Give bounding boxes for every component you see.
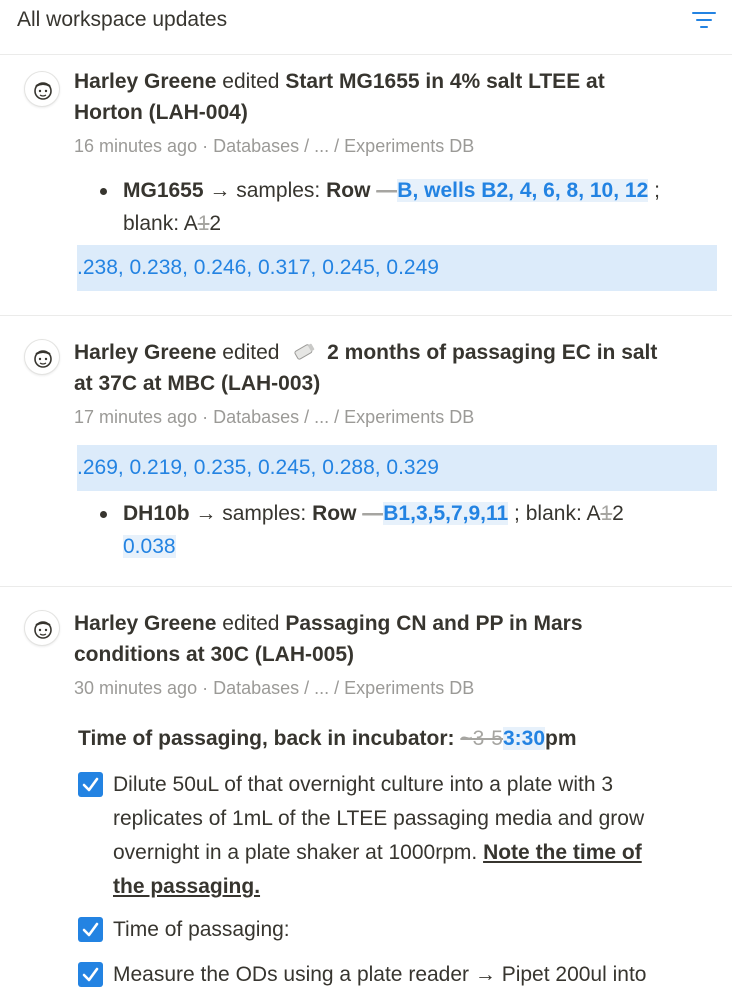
time-of-passaging-line: Time of passaging, back in incubator: ~3… (78, 723, 718, 754)
avatar (24, 71, 60, 107)
separator-text: ; (514, 502, 520, 525)
od-values-block: .269, 0.219, 0.235, 0.245, 0.288, 0.329 (77, 445, 717, 491)
samples-label: samples: (236, 179, 321, 202)
update-title: Harley Greene edited 2 months of passagi… (74, 337, 714, 371)
update-meta: 17 minutes ago · Databases / ... / Exper… (74, 407, 475, 427)
salt-shaker-icon (291, 340, 317, 371)
row-label: Row (312, 502, 357, 525)
added-text: 0.038 (123, 535, 176, 558)
update-title: Harley Greene edited Start MG1655 in 4% … (74, 66, 714, 97)
checkbox-checked[interactable] (78, 962, 103, 987)
page-link[interactable]: Passaging CN and PP in Mars (285, 612, 582, 635)
deleted-text: ~3-5 (460, 727, 503, 750)
breadcrumb[interactable]: Databases / ... / Experiments DB (213, 136, 474, 156)
todo-item: Dilute 50uL of that overnight culture in… (78, 768, 708, 904)
update-item[interactable]: Harley Greene edited Start MG1655 in 4% … (0, 56, 732, 316)
bullet-dot (100, 188, 107, 195)
added-text: 3:30 (502, 727, 546, 750)
emphasis-text: the passaging. (113, 875, 261, 898)
update-item[interactable]: Harley Greene edited Passaging CN and PP… (0, 588, 732, 1002)
page-link-continued[interactable]: at 37C at MBC (LAH-003) (74, 368, 714, 399)
page-link-continued[interactable]: conditions at 30C (LAH-005) (74, 639, 714, 670)
time-label: Time of passaging, back in incubator: (78, 727, 455, 750)
samples-label: samples: (222, 502, 307, 525)
page-link-continued[interactable]: Horton (LAH-004) (74, 97, 714, 128)
action-label: edited (222, 70, 280, 93)
todo-text-part: overnight in a plate shaker at 1000rpm. (113, 841, 478, 864)
deleted-text: 1 (197, 212, 210, 235)
todo-text: replicates of 1mL of the LTEE passaging … (113, 807, 645, 830)
action-label: edited (222, 341, 280, 364)
od-values-block: .238, 0.238, 0.246, 0.317, 0.245, 0.249 (77, 245, 717, 291)
user-name[interactable]: Harley Greene (74, 612, 216, 635)
todo-text: overnight in a plate shaker at 1000rpm. … (113, 836, 713, 870)
blank-label: blank: A (123, 212, 198, 235)
deleted-text: — (376, 179, 398, 202)
page-link[interactable]: 2 months of passaging EC in salt (327, 341, 657, 364)
update-item[interactable]: Harley Greene edited 2 months of passagi… (0, 317, 732, 587)
breadcrumb[interactable]: Databases / ... / Experiments DB (213, 678, 474, 698)
todo-text: Measure the ODs using a plate reader → P… (113, 963, 647, 986)
timestamp: 30 minutes ago (74, 678, 198, 698)
todo-item: Measure the ODs using a plate reader → P… (78, 958, 708, 1002)
added-text: B, wells B2, 4, 6, 8, 10, 12 (397, 179, 649, 202)
bullet-dot (100, 511, 107, 518)
page-link[interactable]: Start MG1655 in 4% salt LTEE at (285, 70, 604, 93)
filter-lines-icon[interactable] (690, 8, 718, 32)
arrow-glyph: → (195, 502, 217, 525)
avatar (24, 610, 60, 646)
todo-text: the passaging. (113, 870, 713, 904)
feed-header: All workspace updates (0, 0, 732, 55)
action-label: edited (222, 612, 280, 635)
emphasis-text: Note the time of (483, 841, 642, 864)
deleted-text: — (362, 502, 384, 525)
update-meta: 16 minutes ago · Databases / ... / Exper… (74, 136, 475, 156)
blank-value: 2 (612, 502, 624, 525)
blank-value: 2 (209, 212, 222, 235)
user-name[interactable]: Harley Greene (74, 341, 216, 364)
timestamp: 16 minutes ago (74, 136, 198, 156)
user-name[interactable]: Harley Greene (74, 70, 216, 93)
todo-text: Dilute 50uL of that overnight culture in… (113, 773, 614, 796)
strain-name: MG1655 (123, 179, 204, 202)
added-text: B1,3,5,7,9,11 (383, 502, 509, 525)
arrow-glyph: → (209, 179, 231, 202)
page-title: All workspace updates (17, 8, 228, 31)
todo-text: Time of passaging: (113, 918, 290, 941)
separator-text: ; (654, 179, 660, 202)
todo-item: Time of passaging: (78, 913, 708, 949)
update-title: Harley Greene edited Passaging CN and PP… (74, 608, 714, 639)
avatar (24, 339, 60, 375)
strain-name: DH10b (123, 502, 190, 525)
breadcrumb[interactable]: Databases / ... / Experiments DB (213, 407, 474, 427)
checkbox-checked[interactable] (78, 917, 103, 942)
checkbox-checked[interactable] (78, 772, 103, 797)
blank-label: blank: A (525, 502, 601, 525)
deleted-text: 1 (600, 502, 613, 525)
update-meta: 30 minutes ago · Databases / ... / Exper… (74, 678, 475, 698)
timestamp: 17 minutes ago (74, 407, 198, 427)
time-suffix: pm (545, 727, 577, 750)
row-label: Row (326, 179, 371, 202)
